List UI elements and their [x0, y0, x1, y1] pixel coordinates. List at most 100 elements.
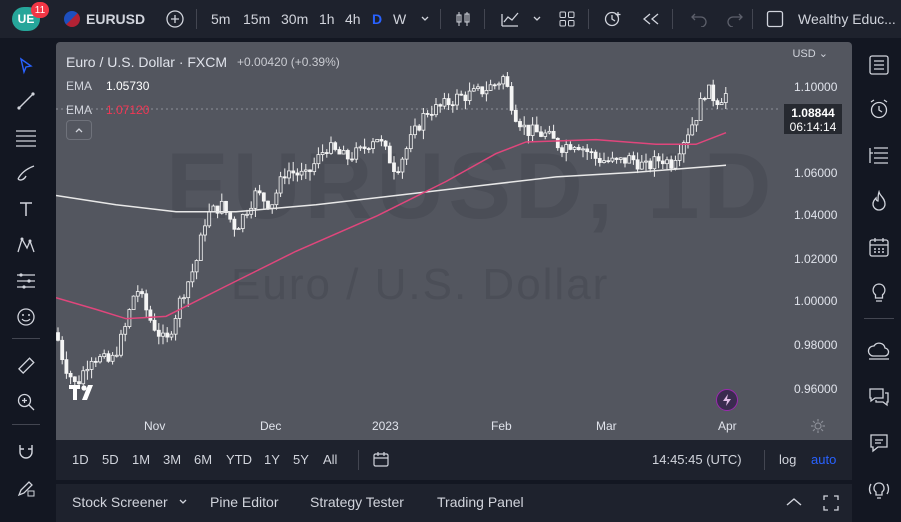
- tab-trading-panel[interactable]: Trading Panel: [437, 494, 524, 510]
- candle-body: [161, 332, 165, 337]
- range-ytd[interactable]: YTD: [226, 452, 252, 467]
- flash-alerts-button[interactable]: [716, 389, 738, 411]
- timeframe-30m[interactable]: 30m: [281, 0, 308, 38]
- measure-tool[interactable]: [12, 352, 40, 380]
- help-button[interactable]: [864, 474, 894, 504]
- watchlist-button[interactable]: [864, 50, 894, 80]
- tab-pine-editor[interactable]: Pine Editor: [210, 494, 278, 510]
- candle-body: [421, 113, 426, 131]
- timeframe-4h[interactable]: 4h: [345, 0, 361, 38]
- icons-tool[interactable]: [12, 303, 40, 331]
- candle-body: [404, 148, 409, 160]
- timeframe-d[interactable]: D: [372, 0, 382, 38]
- notification-badge: 11: [31, 2, 49, 18]
- range-6m[interactable]: 6M: [194, 452, 212, 467]
- trend-line-tool[interactable]: [12, 87, 40, 115]
- tools-divider: [12, 424, 40, 425]
- collapse-legend-button[interactable]: [66, 120, 92, 140]
- chart-settings-button[interactable]: [810, 418, 826, 437]
- candle-body: [182, 297, 186, 300]
- alert-button[interactable]: [602, 0, 624, 38]
- range-5y[interactable]: 5Y: [293, 452, 309, 467]
- tab-stock-screener[interactable]: Stock Screener: [72, 494, 188, 510]
- brush-tool[interactable]: [12, 159, 40, 187]
- pattern-icon: [17, 237, 35, 253]
- lock-drawing-tool[interactable]: [12, 474, 40, 502]
- candle-body: [228, 212, 233, 220]
- cursor-tool[interactable]: [12, 52, 40, 80]
- utc-clock[interactable]: 14:45:45 (UTC): [652, 452, 742, 467]
- alerts-button[interactable]: [864, 94, 894, 124]
- add-symbol-button[interactable]: [164, 0, 186, 38]
- candle-body: [148, 309, 153, 321]
- range-all[interactable]: All: [323, 452, 337, 467]
- data-window-button[interactable]: [864, 140, 894, 170]
- tab-strategy-tester[interactable]: Strategy Tester: [310, 494, 404, 510]
- pattern-tool[interactable]: [12, 231, 40, 259]
- candle-body: [719, 102, 724, 106]
- log-scale-toggle[interactable]: log: [779, 452, 796, 467]
- range-1m[interactable]: 1M: [132, 452, 150, 467]
- fib-retracement-tool[interactable]: [12, 123, 40, 151]
- magnet-tool[interactable]: [12, 438, 40, 466]
- legend-ema-row[interactable]: EMA 1.05730: [66, 74, 340, 98]
- candle-body: [152, 319, 157, 331]
- zoom-tool[interactable]: [12, 388, 40, 416]
- messages-button[interactable]: [864, 428, 894, 458]
- legend-title-row: Euro / U.S. Dollar · FXCM +0.00420 (+0.3…: [66, 50, 340, 74]
- ideas-button[interactable]: [864, 278, 894, 308]
- layout-select-checkbox[interactable]: [764, 0, 786, 38]
- account-menu[interactable]: Wealthy Educ...: [798, 0, 896, 38]
- indicators-dropdown-button[interactable]: [530, 0, 544, 38]
- replay-button[interactable]: [640, 0, 662, 38]
- candle-body: [240, 214, 245, 229]
- lightbulb-signal-icon: [868, 482, 890, 499]
- redo-button[interactable]: [724, 0, 746, 38]
- chart-type-button[interactable]: [452, 0, 474, 38]
- timeframe-15m[interactable]: 15m: [243, 0, 270, 38]
- symbol-search-button[interactable]: EURUSD: [64, 0, 145, 38]
- alarm-clock-plus-icon: [604, 11, 621, 27]
- chats-button[interactable]: [864, 382, 894, 412]
- chevron-up-icon: [786, 498, 802, 506]
- data-list-icon: [869, 147, 888, 164]
- timeframe-w[interactable]: W: [393, 0, 406, 38]
- streams-button[interactable]: [864, 336, 894, 366]
- fib-lines-icon: [16, 130, 36, 147]
- price-chart[interactable]: EURUSD, 1D Euro / U.S. Dollar Euro / U.S…: [56, 42, 852, 440]
- candle-body: [560, 147, 564, 153]
- range-5d[interactable]: 5D: [102, 452, 119, 467]
- alarm-clock-icon: [870, 99, 888, 119]
- range-1y[interactable]: 1Y: [264, 452, 280, 467]
- candle-body: [686, 134, 690, 144]
- candle-body: [156, 329, 161, 337]
- candle-body: [119, 333, 123, 356]
- timeframe-5m[interactable]: 5m: [211, 0, 230, 38]
- indicators-button[interactable]: [498, 0, 522, 38]
- range-3m[interactable]: 3M: [163, 452, 181, 467]
- auto-scale-toggle[interactable]: auto: [811, 452, 836, 467]
- tradingview-logo[interactable]: [68, 382, 100, 407]
- timeframe-1h[interactable]: 1h: [319, 0, 335, 38]
- legend-ema-row[interactable]: EMA 1.07120: [66, 98, 340, 122]
- candle-body: [387, 145, 392, 164]
- date-range-button[interactable]: [372, 451, 390, 472]
- layout-button[interactable]: [556, 0, 578, 38]
- candle-body: [408, 134, 413, 150]
- prediction-tool[interactable]: [12, 267, 40, 295]
- calendar-button[interactable]: [864, 232, 894, 262]
- candle-body: [631, 155, 636, 161]
- candle-body: [589, 151, 594, 154]
- currency-selector[interactable]: USD ⌄: [792, 47, 828, 60]
- price-tick: 1.06000: [794, 166, 838, 180]
- candle-body: [282, 176, 287, 179]
- undo-button[interactable]: [688, 0, 710, 38]
- text-tool[interactable]: [12, 195, 40, 223]
- maximize-panel-button[interactable]: [822, 494, 840, 515]
- expand-panel-button[interactable]: [784, 494, 804, 513]
- timeframe-dropdown-button[interactable]: [420, 0, 430, 38]
- hotlists-button[interactable]: [864, 186, 894, 216]
- candle-body: [505, 76, 510, 87]
- range-1d[interactable]: 1D: [72, 452, 89, 467]
- last-price-tag: 1.08844 06:14:14: [784, 104, 842, 134]
